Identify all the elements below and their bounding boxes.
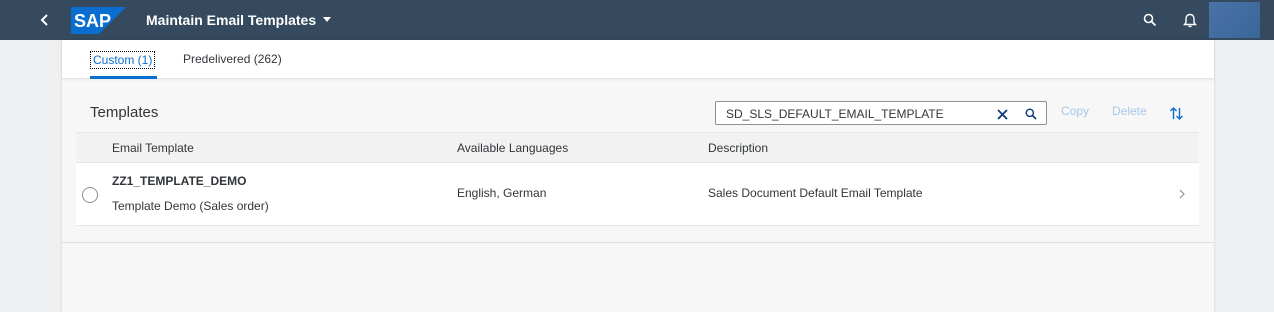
- column-header-email-template: Email Template: [112, 141, 194, 155]
- tab-bar: Custom (1) Predelivered (262): [62, 40, 1214, 79]
- back-chevron-icon: [40, 14, 48, 26]
- clear-search-button[interactable]: [993, 105, 1011, 123]
- back-button[interactable]: [30, 6, 60, 34]
- bell-icon: [1183, 13, 1197, 27]
- chevron-right-icon: [1179, 189, 1185, 199]
- sort-button[interactable]: [1166, 103, 1186, 123]
- search-submit-button[interactable]: [1022, 105, 1040, 123]
- search-input[interactable]: SD_SLS_DEFAULT_EMAIL_TEMPLATE: [726, 107, 944, 121]
- delete-button[interactable]: Delete: [1112, 104, 1147, 118]
- template-description: Sales Document Default Email Template: [708, 186, 923, 200]
- sap-logo-text: SAP: [74, 11, 111, 31]
- app-title-menu[interactable]: Maintain Email Templates: [146, 11, 332, 29]
- tab-selected-indicator: [90, 76, 157, 79]
- table-header: Email Template Available Languages Descr…: [76, 132, 1199, 163]
- search-icon: [1143, 13, 1157, 27]
- sort-icon: [1169, 106, 1183, 120]
- column-header-available-languages: Available Languages: [457, 141, 569, 155]
- user-avatar[interactable]: [1209, 2, 1260, 38]
- shell-search-button[interactable]: [1140, 10, 1160, 30]
- template-subtitle: Template Demo (Sales order): [112, 199, 269, 213]
- templates-table: Email Template Available Languages Descr…: [76, 132, 1199, 226]
- tab-predelivered[interactable]: Predelivered (262): [183, 52, 282, 80]
- app-title: Maintain Email Templates: [146, 12, 317, 28]
- template-languages: English, German: [457, 186, 547, 200]
- template-name: ZZ1_TEMPLATE_DEMO: [112, 174, 247, 188]
- tab-custom[interactable]: Custom (1): [90, 51, 157, 79]
- page-content: Custom (1) Predelivered (262) Templates …: [62, 40, 1214, 312]
- table-title: Templates: [90, 104, 159, 121]
- column-header-description: Description: [708, 141, 769, 155]
- row-select-radio[interactable]: [82, 187, 98, 203]
- sap-logo[interactable]: SAP: [71, 7, 126, 34]
- notifications-button[interactable]: [1180, 10, 1200, 30]
- tab-custom-label: Custom (1): [90, 51, 156, 69]
- row-navigate-button[interactable]: [1176, 186, 1188, 202]
- caret-down-icon: [323, 17, 332, 22]
- footer-divider: [62, 242, 1214, 243]
- clear-x-icon: [996, 108, 1008, 120]
- table-row[interactable]: ZZ1_TEMPLATE_DEMO Template Demo (Sales o…: [76, 163, 1199, 226]
- copy-button[interactable]: Copy: [1061, 104, 1089, 118]
- search-field[interactable]: SD_SLS_DEFAULT_EMAIL_TEMPLATE: [715, 101, 1047, 125]
- shell-bar: SAP Maintain Email Templates: [0, 0, 1274, 40]
- search-icon: [1025, 108, 1037, 120]
- tab-predelivered-label: Predelivered (262): [183, 52, 282, 66]
